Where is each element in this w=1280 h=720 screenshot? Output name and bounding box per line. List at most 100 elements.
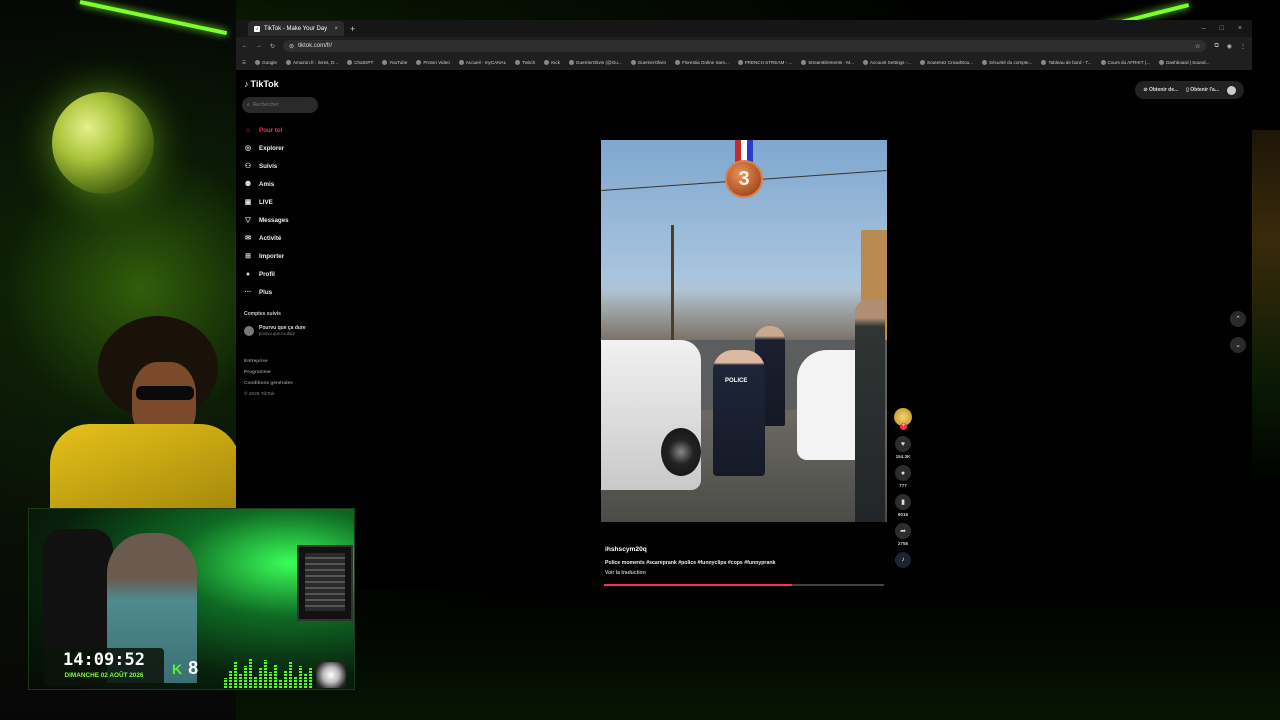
like-heart-icon[interactable]: ♥ xyxy=(895,436,911,452)
mascot-icon xyxy=(316,662,346,688)
user-avatar[interactable] xyxy=(1227,85,1236,95)
overlay-right-art xyxy=(1252,130,1280,490)
tiktok-logo[interactable]: ♪ TikTok xyxy=(244,79,279,89)
sidebar-item-activity[interactable]: ✉ Activité xyxy=(244,229,324,247)
bookmark-item[interactable]: Amazon.fr : livres, D... xyxy=(285,60,338,65)
sidebar-item-home[interactable]: ⌂ Pour toi xyxy=(244,121,324,139)
minimize-button[interactable]: – xyxy=(1202,25,1206,32)
see-translation-link[interactable]: Voir la traduction xyxy=(605,570,885,576)
bookmark-label: Soutenez CrowdSou... xyxy=(927,60,974,65)
profile-avatar-icon[interactable]: ◉ xyxy=(1227,43,1232,50)
sidebar-item-more[interactable]: ··· Plus xyxy=(244,283,324,301)
follow-plus-icon[interactable]: + xyxy=(900,423,907,430)
bookmark-label: Google xyxy=(262,60,277,65)
video-caption: ihshscym20q Police moments #scareprank #… xyxy=(605,546,885,576)
bookmark-item[interactable]: Sécurité du compte... xyxy=(982,60,1032,65)
video-player[interactable]: POLICE 3 xyxy=(601,140,887,522)
bookmark-star-icon[interactable]: ☆ xyxy=(1195,43,1200,50)
sidebar-item-following[interactable]: ⚇ Suivis xyxy=(244,157,324,175)
new-tab-button[interactable]: + xyxy=(350,24,355,34)
bookmark-item[interactable]: Tableau de bord - T... xyxy=(1041,60,1092,65)
tab-tiktok[interactable]: ♪ TikTok - Make Your Day × xyxy=(248,21,344,36)
url-text: tiktok.com/fr/ xyxy=(298,43,333,49)
tiktok-favicon-icon: ♪ xyxy=(254,25,260,32)
get-app-button[interactable]: ▯ Obtenir l'a... xyxy=(1186,87,1219,93)
equalizer-bar xyxy=(259,668,262,688)
menu-icon[interactable]: ⋮ xyxy=(1240,43,1246,50)
live-icon: ▣ xyxy=(244,199,252,206)
tab-close-icon[interactable]: × xyxy=(334,26,338,32)
bookmark-item[interactable]: FRENCH STREAM - ... xyxy=(737,60,792,65)
bookmark-item[interactable]: Google xyxy=(255,60,277,65)
creator-avatar[interactable]: + xyxy=(894,408,912,430)
forward-icon[interactable]: → xyxy=(256,43,262,49)
bookmark-icon[interactable]: ▮ xyxy=(895,494,911,510)
footer-link-terms[interactable]: Conditions générales xyxy=(244,378,293,389)
share-arrow-icon[interactable]: ➦ xyxy=(895,523,911,539)
upload-icon: ⊞ xyxy=(245,253,251,260)
bookmark-item[interactable]: Kick xyxy=(544,60,560,65)
bookmark-item[interactable]: Account Settings -... xyxy=(862,60,911,65)
character-body xyxy=(50,424,240,514)
equalizer-bar xyxy=(229,670,232,688)
search-input[interactable] xyxy=(252,102,309,108)
next-video-chevron-down-icon[interactable]: ⌄ xyxy=(1230,337,1246,353)
close-window-button[interactable]: × xyxy=(1238,25,1242,32)
bookmark-favicon-icon xyxy=(982,60,988,65)
previous-video-chevron-up-icon[interactable]: ⌃ xyxy=(1230,311,1246,327)
kick-viewer-count: 8 xyxy=(188,658,199,678)
video-truck-wheel xyxy=(661,428,701,476)
bookmark-item[interactable]: Proton Video xyxy=(416,60,450,65)
bookmark-item[interactable]: Twitch xyxy=(515,60,535,65)
bookmark-favicon-icon xyxy=(920,60,926,65)
bookmark-label: StreamElements - M... xyxy=(808,60,854,65)
bookmark-item[interactable]: YouTube xyxy=(382,60,407,65)
site-info-icon[interactable]: ⊜ xyxy=(289,43,294,50)
maximize-button[interactable]: □ xyxy=(1220,25,1224,32)
sidebar-item-live[interactable]: ▣ LIVE xyxy=(244,193,324,211)
reload-icon[interactable]: ↻ xyxy=(270,43,275,50)
footer-link-company[interactable]: Entreprise xyxy=(244,356,293,367)
sidebar-item-messages[interactable]: ▽ Messages xyxy=(244,211,324,229)
webcam-monitor xyxy=(297,545,353,621)
navigation-bar: ← → ↻ ⊜ tiktok.com/fr/ ☆ ⧉ ◉ ⋮ xyxy=(236,37,1252,55)
bookmark-item[interactable]: Florestia Online Sam... xyxy=(675,60,729,65)
footer-link-program[interactable]: Programme xyxy=(244,367,293,378)
bookmark-favicon-icon xyxy=(285,60,291,65)
equalizer-bar xyxy=(239,674,242,688)
followed-account[interactable]: Pourvu que ça dure pourvu.que.ca.dure xyxy=(244,325,306,336)
bookmark-item[interactable]: Cours du AFRIKT (... xyxy=(1100,60,1150,65)
get-coins-button[interactable]: ⊘ Obtenir de... xyxy=(1143,87,1178,93)
sidebar-item-upload[interactable]: ⊞ Importer xyxy=(244,247,324,265)
bookmark-item[interactable]: Accueil - myCANAL xyxy=(458,60,506,65)
extensions-icon[interactable]: ⧉ xyxy=(1214,43,1218,50)
search-box[interactable]: ⌕ xyxy=(242,97,318,113)
sidebar-item-friends[interactable]: ⚉ Amis xyxy=(244,175,324,193)
video-username[interactable]: ihshscym20q xyxy=(605,546,885,553)
video-progress-bar[interactable] xyxy=(604,584,884,586)
bookmark-item[interactable]: Soutenez CrowdSou... xyxy=(920,60,973,65)
music-disc-icon[interactable]: ♪ xyxy=(895,552,911,568)
bookmark-favicon-icon xyxy=(1159,60,1165,65)
address-bar[interactable]: ⊜ tiktok.com/fr/ ☆ xyxy=(283,40,1207,52)
bookmark-item[interactable]: ChatGPT xyxy=(347,60,373,65)
search-icon: ⌕ xyxy=(247,102,250,108)
messages-icon: ▽ xyxy=(245,217,251,224)
stream-scene: ♪ TikTok - Make Your Day × + – □ × ← → ↻… xyxy=(0,0,1280,720)
comment-icon[interactable]: ● xyxy=(895,465,911,481)
apps-grid-icon[interactable]: ☰ xyxy=(242,60,246,66)
back-icon[interactable]: ← xyxy=(242,43,248,49)
equalizer-bar xyxy=(254,676,257,688)
sidebar-item-label: Explorer xyxy=(259,144,285,152)
profile-icon: ● xyxy=(245,270,251,278)
bookmark-item[interactable]: StreamElements - M... xyxy=(801,60,854,65)
video-officer-front: POLICE xyxy=(713,350,765,476)
audio-equalizer xyxy=(224,656,312,688)
character-sunglasses xyxy=(136,386,194,400)
top-right-actions: ⊘ Obtenir de... ▯ Obtenir l'a... xyxy=(1135,81,1244,99)
bookmark-item[interactable]: GuerrierOlivin xyxy=(630,60,666,65)
sidebar-item-compass[interactable]: ◎ Explorer xyxy=(244,139,324,157)
bookmark-item[interactable]: Dashboard | Sound... xyxy=(1159,60,1209,65)
bookmark-item[interactable]: GuerrierOlivin (@Gu... xyxy=(568,60,622,65)
sidebar-item-profile[interactable]: ● Profil xyxy=(244,265,324,283)
